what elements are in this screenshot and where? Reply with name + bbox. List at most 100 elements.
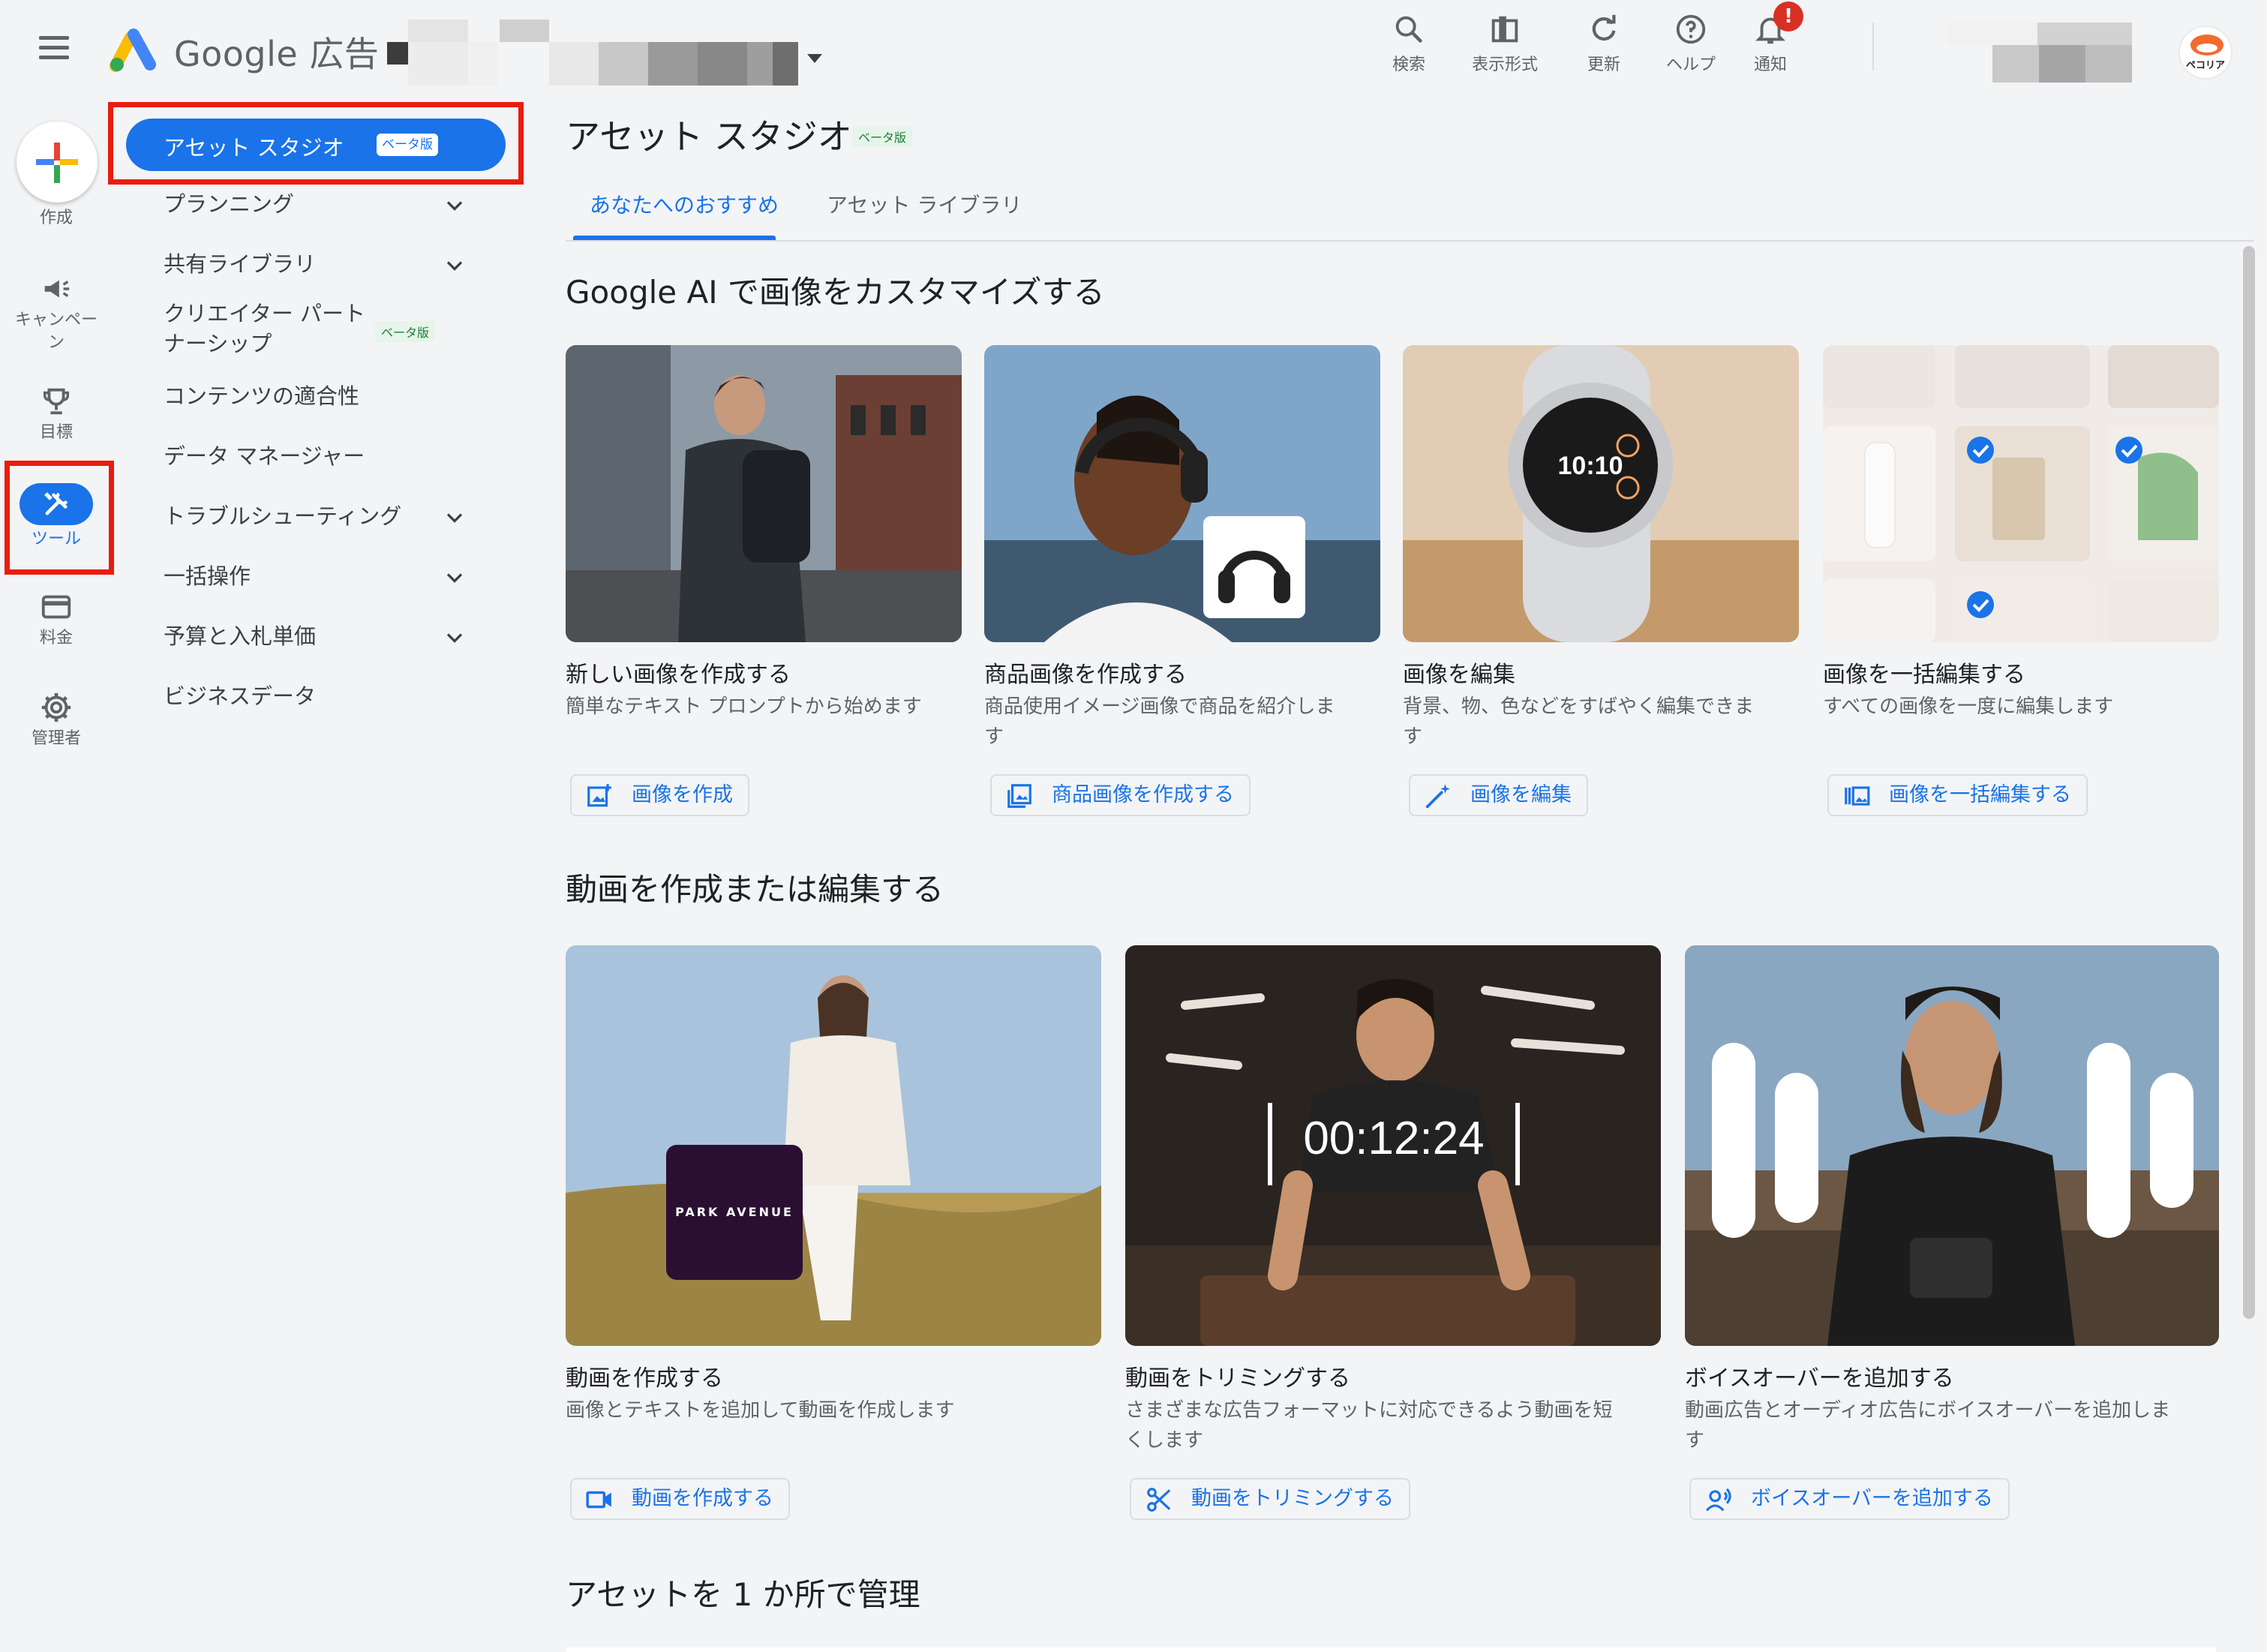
section-title-manage: アセットを 1 か所で管理 [566, 1576, 920, 1613]
help-icon [1676, 14, 1706, 44]
avatar-text: ペコリア [2185, 60, 2225, 71]
rail-campaigns[interactable]: キャンペーン [0, 272, 113, 354]
sidenav-item-data-manager[interactable]: データ マネージャー [164, 441, 365, 471]
card-title: 新しい画像を作成する [566, 662, 791, 688]
app-title: Google 広告 [174, 34, 380, 74]
section-title-video: 動画を作成または編集する [566, 871, 944, 908]
bulk-images-icon [1845, 786, 1870, 806]
create-image-button-label: 画像を作成 [632, 783, 733, 806]
section-title-image: Google AI で画像をカスタマイズする [566, 274, 1105, 311]
add-image-icon [587, 784, 611, 807]
sidenav-item-label: データ マネージャー [164, 443, 365, 469]
card-description: 動画広告とオーディオ広告にボイスオーバーを追加しま す [1685, 1399, 2171, 1452]
rail-goals-label: 目標 [39, 423, 73, 442]
create-product-image-button-label: 商品画像を作成する [1052, 783, 1234, 806]
chevron-down-icon[interactable] [441, 504, 468, 531]
account-selector[interactable] [387, 20, 809, 86]
add-voiceover-button[interactable]: ボイスオーバーを追加する [1689, 1478, 2010, 1520]
create-video-button[interactable]: 動画を作成する [570, 1478, 790, 1520]
create-image-button[interactable]: 画像を作成 [570, 774, 749, 816]
sidenav-item-label: 一括操作 [164, 563, 251, 589]
sidenav-item-creator-partnerships[interactable]: クリエイター パート ナーシップ [164, 299, 365, 359]
card-image-edit[interactable]: 10:10 [1403, 345, 1799, 642]
man-camera-image [1685, 945, 2219, 1346]
appearance-label: 表示形式 [1471, 56, 1538, 74]
card-description: すべての画像を一度に編集します [1823, 695, 2114, 718]
search-button[interactable]: 検索 [1364, 9, 1454, 75]
product-image-icon [1007, 784, 1031, 808]
card-video-create[interactable]: PARK AVENUE [566, 945, 1101, 1346]
add-voiceover-button-label: ボイスオーバーを追加する [1751, 1487, 1993, 1510]
rail-create[interactable]: 作成 [0, 207, 113, 230]
rail-admin[interactable]: 管理者 [0, 690, 113, 750]
appearance-button[interactable]: 表示形式 [1460, 9, 1550, 75]
card-image-product[interactable] [984, 345, 1380, 642]
sidenav-item-label: トラブルシューティング [164, 503, 402, 529]
sidenav-item-business-data[interactable]: ビジネスデータ [164, 681, 316, 711]
plus-icon [36, 143, 78, 183]
user-account-info[interactable] [1947, 23, 2132, 83]
help-button[interactable]: ヘルプ [1646, 9, 1736, 75]
man-backpack-image [566, 345, 962, 642]
tab-asset-library[interactable]: アセット ライブラリ [827, 189, 1022, 219]
sidenav-item-budgets-bids[interactable]: 予算と入札単価 [164, 621, 316, 651]
bulk-edit-image-button-label: 画像を一括編集する [1889, 783, 2071, 806]
chevron-down-icon[interactable] [441, 564, 468, 591]
video-camera-icon [586, 1491, 611, 1509]
card-video-voiceover[interactable] [1685, 945, 2219, 1346]
card-title: 動画を作成する [566, 1365, 723, 1392]
search-label: 検索 [1392, 56, 1425, 74]
tab-recommended[interactable]: あなたへのおすすめ [590, 189, 779, 219]
search-icon [1395, 16, 1422, 43]
chevron-down-icon[interactable] [441, 192, 468, 219]
sidenav-item-label: ビジネスデータ [164, 683, 317, 709]
refresh-label: 更新 [1587, 56, 1620, 74]
gear-icon [41, 692, 71, 722]
main-menu-button[interactable] [39, 36, 69, 63]
smartwatch-image: 10:10 [1403, 345, 1799, 642]
notifications-label: 通知 [1753, 56, 1787, 74]
rail-goals[interactable]: 目標 [0, 384, 113, 444]
trim-video-button[interactable]: 動画をトリミングする [1130, 1478, 1410, 1520]
card-image-create-new[interactable] [566, 345, 962, 642]
sidenav-item-bulk-actions[interactable]: 一括操作 [164, 561, 251, 591]
tab-divider [566, 240, 2253, 242]
edit-image-button[interactable]: 画像を編集 [1409, 774, 1588, 816]
rail-campaigns-label: キャンペーン [14, 311, 98, 352]
bulk-edit-image-button[interactable]: 画像を一括編集する [1827, 774, 2088, 816]
card-video-trim[interactable]: 00:12:24 [1125, 945, 1661, 1346]
megaphone-icon [44, 280, 70, 298]
card-title: 商品画像を作成する [984, 662, 1187, 688]
sidenav-item-planning[interactable]: プランニング [164, 189, 294, 219]
notification-badge: ! [1773, 2, 1803, 32]
card-description: 簡単なテキスト プロンプトから始めます [566, 695, 922, 718]
voice-icon [1705, 1488, 1731, 1512]
overlay-brand-text: PARK AVENUE [675, 1205, 794, 1219]
refresh-button[interactable]: 更新 [1559, 9, 1649, 75]
sidenav-item-content-suitability[interactable]: コンテンツの適合性 [164, 381, 359, 411]
sidenav-item-label: 予算と入札単価 [164, 623, 317, 649]
magic-wand-icon [1425, 784, 1450, 809]
product-grid-image [1823, 345, 2219, 642]
create-button[interactable] [17, 122, 98, 203]
card-description: 背景、物、色などをすばやく編集できま す [1403, 695, 1755, 748]
edit-image-button-label: 画像を編集 [1470, 783, 1572, 806]
account-dropdown-caret-icon[interactable] [807, 54, 822, 63]
card-title: 画像を編集 [1403, 662, 1515, 688]
sidenav-item-troubleshooting[interactable]: トラブルシューティング [164, 501, 401, 531]
card-image-bulk-edit[interactable] [1823, 345, 2219, 642]
avatar-logo-icon [2190, 35, 2223, 56]
create-product-image-button[interactable]: 商品画像を作成する [990, 774, 1251, 816]
sidenav-item-label: クリエイター パート ナーシップ [164, 301, 366, 356]
chevron-down-icon[interactable] [441, 624, 468, 651]
credit-card-icon [41, 595, 71, 619]
chevron-down-icon[interactable] [441, 252, 468, 279]
woman-headphones-image [984, 345, 1380, 642]
rail-billing-label: 料金 [39, 629, 73, 647]
rail-billing[interactable]: 料金 [0, 590, 113, 650]
svg-text:10:10: 10:10 [1558, 452, 1623, 480]
avatar[interactable]: ペコリア [2178, 26, 2232, 80]
rail-create-label: 作成 [39, 209, 73, 227]
sidenav-item-shared-library[interactable]: 共有ライブラリ [164, 249, 316, 279]
main-scrollbar[interactable] [2243, 246, 2255, 1319]
